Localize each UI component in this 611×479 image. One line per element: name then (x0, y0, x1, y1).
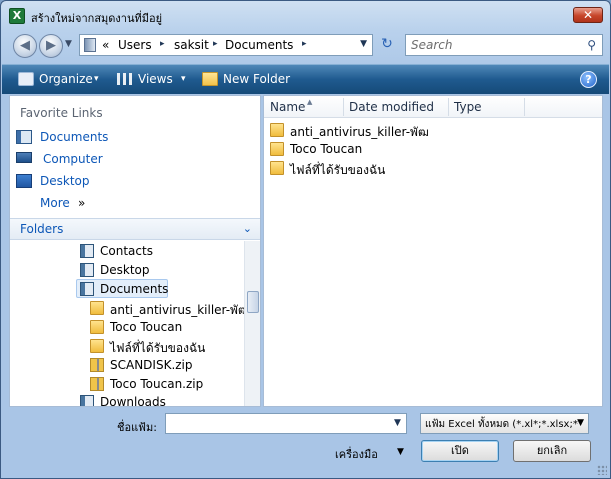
tree-item-label: Contacts (100, 244, 153, 258)
zip-icon (90, 358, 104, 372)
organize-caret[interactable]: ▾ (94, 74, 99, 84)
tree-item-documents[interactable]: Documents (76, 279, 168, 298)
computer-icon (16, 152, 32, 163)
favorite-link-label: Computer (43, 152, 103, 166)
help-icon[interactable]: ? (580, 71, 597, 88)
folder-icon (90, 320, 104, 334)
column-header-row: Name ▲ Date modified Type (264, 96, 602, 118)
tree-item-label: Toco Toucan (110, 320, 183, 334)
views-caret[interactable]: ▾ (181, 74, 186, 84)
favorite-links-header: Favorite Links (20, 106, 103, 120)
library-icon (80, 282, 94, 296)
zip-icon (90, 377, 104, 391)
breadcrumb-separator[interactable]: ▸ (302, 39, 307, 49)
tools-caret[interactable]: ▼ (397, 447, 404, 457)
documents-location-icon (84, 38, 96, 52)
organize-icon (18, 72, 34, 86)
tree-item-label: SCANDISK.zip (110, 358, 193, 372)
views-icon (117, 73, 133, 85)
tree-item-label: ไฟล์ที่ได้รับของฉัน (110, 341, 206, 355)
organize-button[interactable]: Organize (39, 72, 93, 86)
tools-button[interactable]: เครื่องมือ (335, 445, 378, 463)
file-name: anti_antivirus_killer-พัฒ (290, 125, 429, 139)
library-icon (80, 395, 94, 406)
views-button[interactable]: Views (138, 72, 173, 86)
window-title: สร้างใหม่จากสมุดงานที่มีอยู่ (31, 12, 163, 25)
folder-icon (270, 161, 284, 175)
open-button[interactable]: เปิด (421, 440, 499, 462)
title-bar: X สร้างใหม่จากสมุดงานที่มีอยู่ ✕ (1, 1, 610, 29)
library-icon (80, 244, 94, 258)
file-type-select[interactable]: แฟ้ม Excel ทั้งหมด (*.xl*;*.xlsx;* ▼ (420, 413, 589, 434)
recent-pages-dropdown[interactable]: ▼ (65, 39, 72, 49)
file-type-value: แฟ้ม Excel ทั้งหมด (*.xl*;*.xlsx;* (425, 419, 578, 430)
filename-dropdown[interactable]: ▼ (394, 418, 401, 428)
command-toolbar: Organize ▾ Views ▾ New Folder ? (2, 64, 609, 94)
column-divider[interactable] (524, 98, 525, 116)
tree-item-label: anti_antivirus_killer-พัฒ (110, 303, 244, 317)
tree-item-label: Downloads (100, 395, 166, 406)
file-name: ไฟล์ที่ได้รับของฉัน (290, 163, 386, 177)
open-dialog-window: X สร้างใหม่จากสมุดงานที่มีอยู่ ✕ ◀ ▶ ▼ «… (0, 0, 611, 479)
folder-icon (90, 339, 104, 353)
folders-section-header[interactable]: Folders ⌄ (10, 218, 260, 240)
filename-input[interactable] (165, 413, 407, 434)
column-divider[interactable] (343, 98, 344, 116)
search-icon[interactable]: ⚲ (587, 38, 596, 52)
favorite-link-label: Documents (40, 130, 109, 144)
chevron-down-icon[interactable]: ⌄ (243, 222, 252, 235)
tree-item-label: Documents (100, 282, 169, 296)
breadcrumb-separator[interactable]: ▸ (160, 39, 165, 49)
filename-label: ชื่อแฟ้ม: (117, 421, 157, 434)
sort-ascending-icon: ▲ (307, 98, 313, 106)
refresh-button[interactable]: ↻ (375, 34, 399, 56)
folder-icon (270, 142, 284, 156)
resize-grip[interactable] (597, 465, 607, 475)
forward-button[interactable]: ▶ (39, 34, 63, 58)
excel-app-icon: X (9, 8, 25, 24)
column-header-date-modified[interactable]: Date modified (349, 100, 434, 114)
desktop-icon (16, 174, 32, 188)
folders-label: Folders (20, 222, 64, 236)
more-chevron-icon: » (78, 196, 86, 210)
file-name: Toco Toucan (290, 142, 363, 156)
folder-tree: Contacts Desktop Documents anti_antiviru… (10, 241, 244, 406)
address-dropdown[interactable]: ▼ (360, 39, 367, 49)
new-folder-icon (202, 72, 218, 86)
favorite-link-label: More (40, 196, 70, 210)
new-folder-button[interactable]: New Folder (223, 72, 290, 86)
favorite-link-label: Desktop (40, 174, 90, 188)
scrollbar-thumb[interactable] (247, 291, 259, 313)
column-header-label: Name (270, 100, 306, 114)
search-input[interactable]: Search ⚲ (405, 34, 603, 56)
folder-icon (90, 301, 104, 315)
address-bar[interactable]: « Users ▸ saksit ▸ Documents ▸ ▼ (79, 34, 373, 56)
documents-icon (16, 130, 32, 144)
close-button[interactable]: ✕ (573, 7, 603, 23)
breadcrumb-users[interactable]: Users (118, 38, 152, 52)
breadcrumb-separator[interactable]: ▸ (213, 39, 218, 49)
library-icon (80, 263, 94, 277)
chevron-down-icon[interactable]: ▼ (577, 418, 584, 428)
folder-tree-scrollbar[interactable] (244, 241, 260, 406)
cancel-button[interactable]: ยกเลิก (513, 440, 591, 462)
file-list-pane: Name ▲ Date modified Type anti_antivirus… (263, 95, 603, 407)
column-divider[interactable] (448, 98, 449, 116)
navigation-pane: Favorite Links Documents Computer Deskto… (9, 95, 261, 407)
address-overflow-chevron[interactable]: « (102, 38, 109, 52)
tree-item-label: Toco Toucan.zip (110, 377, 204, 391)
tree-item-label: Desktop (100, 263, 150, 277)
column-header-name[interactable]: Name ▲ (270, 98, 312, 114)
breadcrumb-saksit[interactable]: saksit (174, 38, 209, 52)
back-button[interactable]: ◀ (13, 34, 37, 58)
search-placeholder: Search (411, 38, 453, 52)
breadcrumb-documents[interactable]: Documents (225, 38, 293, 52)
folder-icon (270, 123, 284, 137)
column-header-type[interactable]: Type (454, 100, 482, 114)
